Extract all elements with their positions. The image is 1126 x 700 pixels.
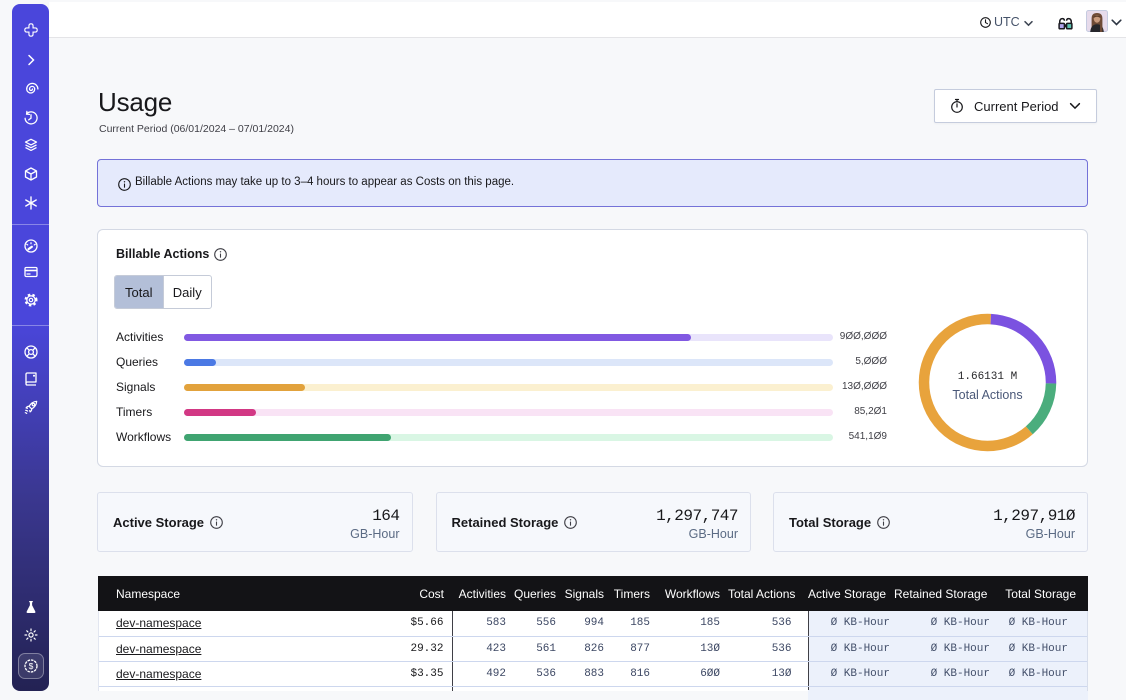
svg-text:$: $ [28,661,33,671]
